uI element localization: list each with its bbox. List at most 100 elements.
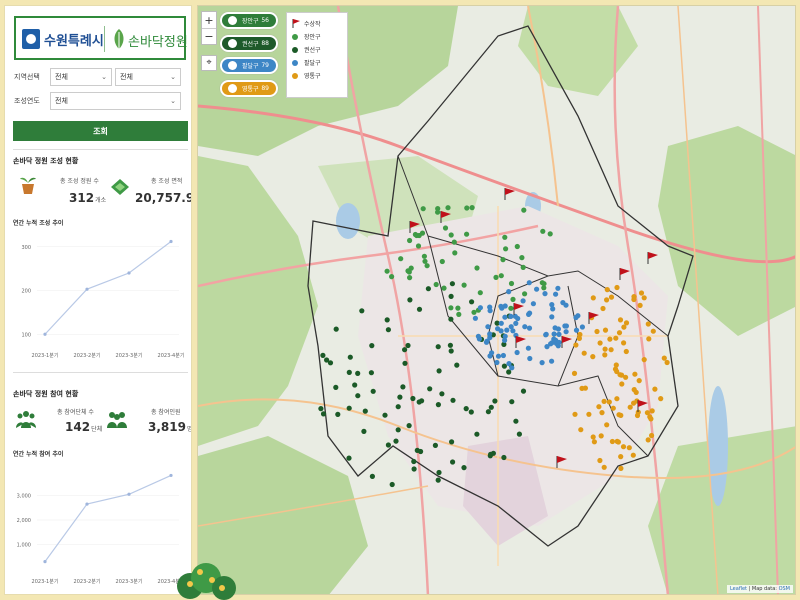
garden-marker[interactable] [590, 295, 596, 301]
garden-marker[interactable] [451, 239, 457, 245]
garden-marker[interactable] [626, 445, 632, 451]
garden-marker[interactable] [393, 438, 399, 444]
garden-marker[interactable] [586, 411, 592, 417]
garden-marker[interactable] [623, 348, 629, 355]
garden-marker[interactable] [515, 315, 521, 322]
garden-marker[interactable] [414, 447, 420, 453]
garden-marker[interactable] [631, 294, 637, 300]
garden-marker[interactable] [449, 439, 455, 445]
garden-marker[interactable] [508, 313, 514, 319]
garden-marker[interactable] [516, 431, 522, 437]
garden-marker[interactable] [425, 286, 431, 292]
garden-marker[interactable] [487, 308, 493, 314]
garden-marker[interactable] [368, 370, 374, 376]
garden-marker[interactable] [604, 287, 610, 293]
garden-marker[interactable] [549, 340, 555, 346]
garden-marker[interactable] [488, 404, 494, 410]
garden-marker[interactable] [520, 298, 526, 304]
garden-marker[interactable] [411, 458, 417, 465]
garden-marker[interactable] [506, 289, 512, 295]
garden-marker[interactable] [447, 342, 453, 348]
garden-marker[interactable] [416, 306, 423, 312]
garden-marker[interactable] [572, 411, 578, 417]
garden-marker[interactable] [395, 404, 401, 410]
garden-marker[interactable] [461, 465, 467, 471]
garden-marker[interactable] [641, 295, 647, 301]
garden-marker[interactable] [483, 339, 490, 345]
garden-marker[interactable] [631, 387, 637, 393]
garden-marker[interactable] [384, 317, 390, 323]
garden-marker[interactable] [320, 352, 326, 358]
garden-marker[interactable] [508, 324, 514, 330]
garden-marker[interactable] [448, 348, 454, 354]
garden-marker[interactable] [333, 326, 339, 332]
garden-marker[interactable] [619, 381, 625, 387]
garden-marker[interactable] [608, 347, 614, 353]
garden-marker[interactable] [452, 250, 458, 256]
garden-marker[interactable] [498, 303, 504, 309]
garden-marker[interactable] [498, 273, 504, 279]
garden-marker[interactable] [614, 284, 620, 291]
garden-marker[interactable] [498, 320, 504, 326]
leaflet-link[interactable]: Leaflet [730, 586, 747, 592]
garden-marker[interactable] [474, 265, 480, 271]
garden-marker[interactable] [591, 439, 597, 445]
garden-marker[interactable] [571, 370, 578, 376]
garden-marker[interactable] [385, 442, 391, 448]
garden-marker[interactable] [389, 481, 395, 488]
garden-marker[interactable] [398, 256, 404, 262]
garden-marker[interactable] [621, 324, 627, 330]
garden-marker[interactable] [407, 275, 413, 281]
garden-marker[interactable] [513, 320, 519, 326]
garden-marker[interactable] [549, 358, 555, 364]
garden-marker[interactable] [520, 264, 526, 270]
garden-marker[interactable] [581, 350, 587, 356]
garden-marker[interactable] [608, 294, 615, 300]
garden-marker[interactable] [489, 350, 495, 356]
garden-marker[interactable] [369, 473, 375, 479]
garden-marker[interactable] [469, 299, 475, 305]
garden-marker[interactable] [472, 315, 478, 321]
garden-marker[interactable] [475, 333, 481, 339]
garden-marker[interactable] [333, 384, 339, 390]
garden-marker[interactable] [464, 205, 470, 211]
garden-marker[interactable] [389, 274, 395, 280]
garden-marker[interactable] [324, 357, 330, 363]
garden-marker[interactable] [614, 396, 620, 402]
garden-marker[interactable] [442, 225, 449, 231]
garden-marker[interactable] [579, 324, 585, 330]
garden-marker[interactable] [627, 404, 633, 410]
garden-marker[interactable] [645, 321, 651, 327]
garden-marker[interactable] [613, 335, 619, 341]
garden-marker[interactable] [552, 325, 558, 331]
garden-marker[interactable] [492, 398, 498, 404]
garden-marker[interactable] [590, 434, 596, 440]
garden-marker[interactable] [435, 477, 441, 483]
garden-marker[interactable] [412, 231, 418, 238]
garden-marker[interactable] [335, 411, 341, 417]
locate-button[interactable]: ⌖ [201, 55, 217, 71]
garden-marker[interactable] [347, 354, 353, 360]
garden-marker[interactable] [513, 418, 519, 424]
garden-marker[interactable] [510, 296, 516, 302]
garden-marker[interactable] [551, 331, 557, 337]
garden-marker[interactable] [616, 412, 622, 418]
garden-marker[interactable] [563, 302, 569, 308]
garden-marker[interactable] [346, 455, 352, 461]
district-button-gwonseon[interactable]: 권선구 88 [220, 35, 278, 52]
garden-marker[interactable] [382, 412, 388, 418]
garden-marker[interactable] [526, 325, 533, 331]
garden-marker[interactable] [488, 451, 494, 457]
garden-marker[interactable] [508, 280, 515, 287]
garden-marker[interactable] [405, 342, 411, 349]
garden-marker[interactable] [502, 337, 508, 343]
garden-marker[interactable] [436, 368, 442, 374]
garden-marker[interactable] [355, 370, 361, 376]
garden-marker[interactable] [606, 399, 612, 405]
garden-marker[interactable] [402, 360, 408, 366]
garden-marker[interactable] [468, 409, 474, 415]
garden-marker[interactable] [604, 297, 610, 303]
garden-marker[interactable] [646, 336, 652, 342]
year-select[interactable]: 전체 ⌄ [50, 92, 181, 110]
garden-marker[interactable] [641, 357, 647, 363]
